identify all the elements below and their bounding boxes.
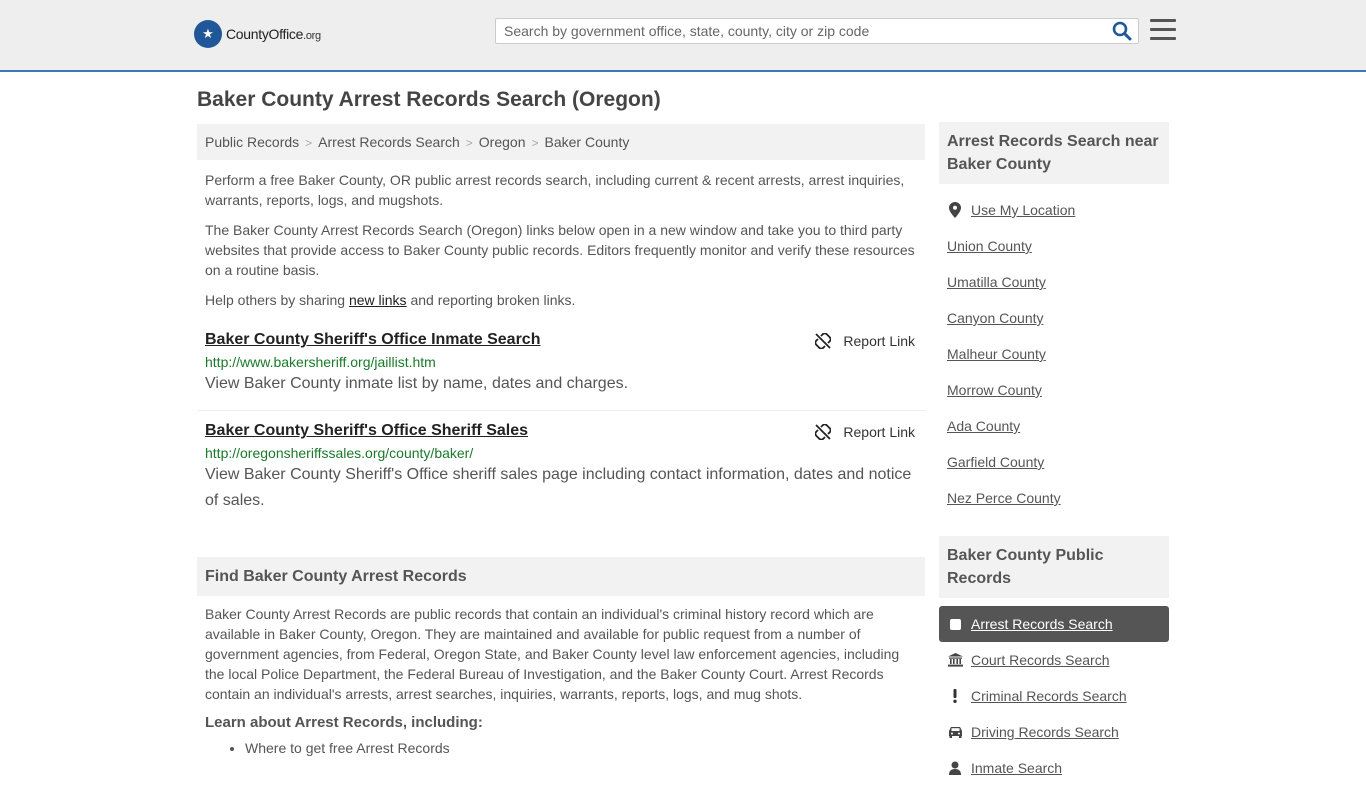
list-item: Where to get free Arrest Records xyxy=(245,740,925,756)
nearby-item[interactable]: Malheur County xyxy=(939,336,1169,372)
sidebar-item-arrest-records[interactable]: Arrest Records Search xyxy=(939,606,1169,642)
new-links-link[interactable]: new links xyxy=(349,292,407,308)
result-title-link[interactable]: Baker County Sheriff's Office Inmate Sea… xyxy=(205,331,540,349)
sidebar-item-criminal-records[interactable]: Criminal Records Search xyxy=(939,678,1169,714)
sidebar-item-court-records[interactable]: Court Records Search xyxy=(939,642,1169,678)
use-location-item[interactable]: Use My Location xyxy=(939,192,1169,228)
nearby-item[interactable]: Morrow County xyxy=(939,372,1169,408)
share-paragraph: Help others by sharing new links and rep… xyxy=(205,292,576,308)
main-content: Public Records > Arrest Records Search > Ore… xyxy=(197,124,925,756)
section-heading: Find Baker County Arrest Records xyxy=(197,557,925,596)
page-title: Baker County Arrest Records Search (Oreg… xyxy=(197,88,661,111)
public-records-list: Arrest Records Search Court Records Sear… xyxy=(939,606,1169,786)
hamburger-menu-icon[interactable] xyxy=(1150,19,1176,43)
chevron-right-icon: > xyxy=(305,136,313,150)
nearby-item[interactable]: Garfield County xyxy=(939,444,1169,480)
broken-link-icon xyxy=(815,333,832,349)
nearby-item[interactable]: Union County xyxy=(939,228,1169,264)
chevron-right-icon: > xyxy=(531,136,539,150)
breadcrumb: Public Records > Arrest Records Search > Ore… xyxy=(197,124,925,160)
checkbox-icon xyxy=(947,618,963,630)
breadcrumb-public-records[interactable]: Public Records xyxy=(205,134,299,150)
intro-paragraph: Perform a free Baker County, OR public a… xyxy=(205,172,905,208)
inmate-icon xyxy=(947,761,963,775)
nearby-heading: Arrest Records Search near Baker County xyxy=(939,122,1169,184)
nearby-item[interactable]: Nez Perce County xyxy=(939,480,1169,516)
logo-name: CountyOffice xyxy=(226,26,304,42)
arrest-records-paragraph: Baker County Arrest Records are public r… xyxy=(205,606,900,702)
sidebar-item-inmate-search[interactable]: Inmate Search xyxy=(939,750,1169,786)
disclaimer-paragraph: The Baker County Arrest Records Search (… xyxy=(205,222,915,278)
result-title-link[interactable]: Baker County Sheriff's Office Sheriff Sa… xyxy=(205,422,528,440)
exclamation-icon xyxy=(947,689,963,703)
result-description: View Baker County inmate list by name, d… xyxy=(205,375,629,392)
result-url: http://www.bakersheriff.org/jaillist.htm xyxy=(205,354,436,370)
search-input[interactable] xyxy=(496,19,1112,43)
report-link-button[interactable]: Report Link xyxy=(815,333,915,349)
search-icon xyxy=(1112,21,1132,41)
result-item: Baker County Sheriff's Office Sheriff Sa… xyxy=(197,420,925,514)
learn-list: Where to get free Arrest Records xyxy=(197,740,925,756)
search-box xyxy=(495,18,1139,44)
sidebar-item-driving-records[interactable]: Driving Records Search xyxy=(939,714,1169,750)
nearby-list: Use My Location Union County Umatilla Co… xyxy=(939,192,1169,516)
breadcrumb-baker-county[interactable]: Baker County xyxy=(545,134,630,150)
map-marker-icon xyxy=(947,202,963,218)
car-icon xyxy=(947,726,963,738)
nearby-item[interactable]: Umatilla County xyxy=(939,264,1169,300)
courthouse-icon xyxy=(947,653,963,667)
report-link-button[interactable]: Report Link xyxy=(815,424,915,440)
site-header: ★ CountyOffice.org xyxy=(0,0,1366,72)
search-button[interactable] xyxy=(1112,21,1132,41)
nearby-item[interactable]: Ada County xyxy=(939,408,1169,444)
site-logo[interactable]: ★ CountyOffice.org xyxy=(194,20,321,48)
sidebar: Arrest Records Search near Baker County … xyxy=(939,122,1169,786)
public-records-heading: Baker County Public Records xyxy=(939,536,1169,598)
breadcrumb-arrest-records-search[interactable]: Arrest Records Search xyxy=(318,134,460,150)
result-url: http://oregonsheriffssales.org/county/ba… xyxy=(205,445,474,461)
result-item: Baker County Sheriff's Office Inmate Sea… xyxy=(197,329,925,411)
use-location-link[interactable]: Use My Location xyxy=(971,202,1075,218)
logo-org: .org xyxy=(303,30,321,42)
capitol-logo-icon: ★ xyxy=(194,20,222,48)
nearby-item[interactable]: Canyon County xyxy=(939,300,1169,336)
learn-heading: Learn about Arrest Records, including: xyxy=(205,714,483,731)
chevron-right-icon: > xyxy=(465,136,473,150)
breadcrumb-oregon[interactable]: Oregon xyxy=(479,134,526,150)
result-description: View Baker County Sheriff's Office sheri… xyxy=(205,466,912,509)
broken-link-icon xyxy=(815,424,832,440)
